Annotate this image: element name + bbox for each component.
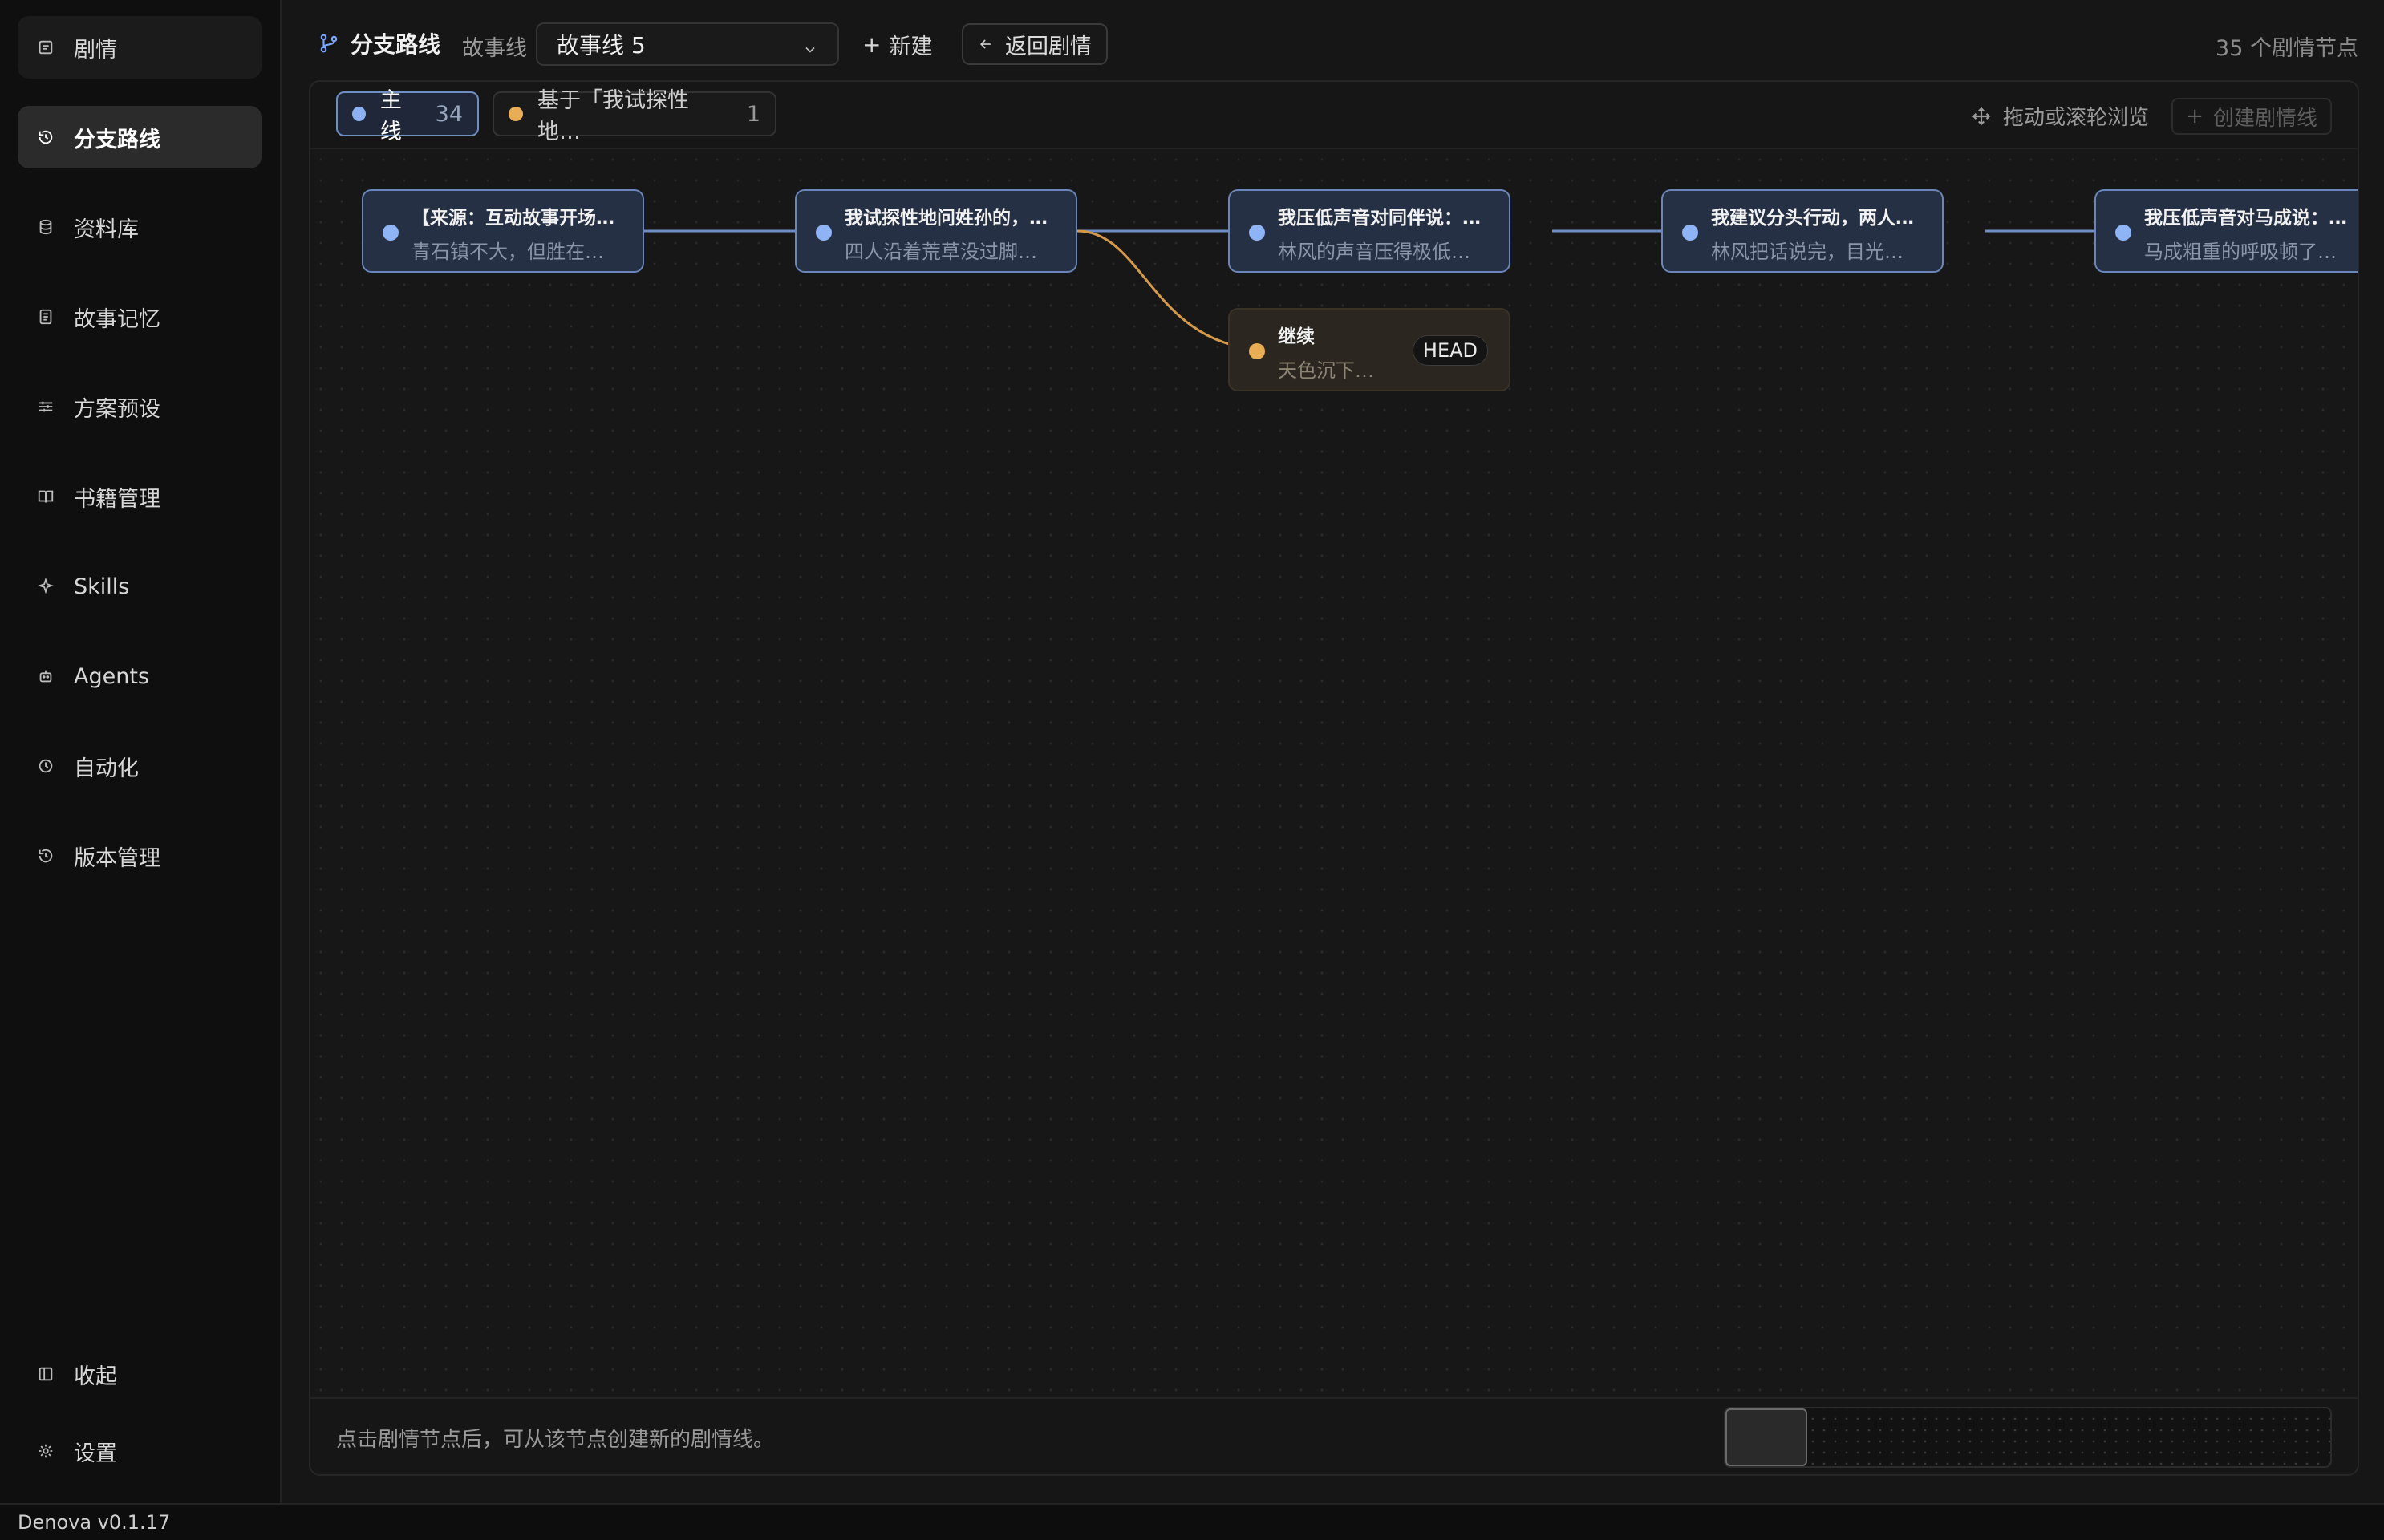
tab-main-line[interactable]: 主线 34 <box>336 88 479 144</box>
sidebar-item-plot[interactable]: 剧情 <box>18 16 262 79</box>
sidebar-item-label: 故事记忆 <box>74 306 160 332</box>
sidebar-item-label: Agents <box>74 663 149 689</box>
clock-icon <box>37 757 55 775</box>
sidebar-item-automation[interactable]: 自动化 <box>18 735 262 797</box>
move-icon <box>1972 107 1991 125</box>
history-icon <box>37 128 55 146</box>
storyline-selected-value: 故事线 5 <box>557 32 646 59</box>
sidebar-item-version-management[interactable]: 版本管理 <box>18 825 262 887</box>
git-branch-icon <box>320 34 338 53</box>
app-version: Denova v0.1.17 <box>18 1511 171 1534</box>
node-dot <box>816 225 832 241</box>
story-node[interactable]: 我压低声音对同伴说：… 林风的声音压得极低… <box>1228 189 1510 273</box>
settings-button[interactable]: 设置 <box>18 1420 262 1482</box>
footer-hint: 点击剧情节点后，可从该节点创建新的剧情线。 <box>336 1428 775 1452</box>
notebook-icon <box>37 308 55 326</box>
sidebar-item-label: 资料库 <box>74 217 139 242</box>
new-storyline-button[interactable]: + 新建 <box>862 29 932 60</box>
sidebar-item-story-memory[interactable]: 故事记忆 <box>18 286 262 348</box>
plus-icon: + <box>2186 104 2204 128</box>
database-icon <box>37 218 55 236</box>
sidebar-item-label: Skills <box>74 573 130 599</box>
back-to-plot-button[interactable]: 返回剧情 <box>962 23 1108 65</box>
node-dot <box>1249 343 1265 359</box>
storyline-select[interactable]: 故事线 5 <box>536 22 839 66</box>
create-storyline-button[interactable]: + 创建剧情线 <box>2171 98 2332 135</box>
branch-head-node[interactable]: 继续 天色沉下… HEAD <box>1228 308 1510 391</box>
canvas-footer: 点击剧情节点后，可从该节点创建新的剧情线。 <box>310 1397 2358 1474</box>
sidebar-item-label: 自动化 <box>74 756 139 781</box>
sidebar-item-presets[interactable]: 方案预设 <box>18 375 262 438</box>
story-node[interactable]: 我建议分头行动，两人… 林风把话说完，目光… <box>1661 189 1944 273</box>
arrow-left-icon <box>979 39 991 49</box>
sidebar-item-library[interactable]: 资料库 <box>18 196 262 258</box>
drag-hint: 拖动或滚轮浏览 <box>1971 101 2149 131</box>
node-title: 我压低声音对马成说：… <box>2144 208 2347 229</box>
canvas-toolbar: 主线 34 基于「我试探性地… 1 拖动或滚轮浏览 + 创建剧情线 <box>310 82 2358 149</box>
node-subtitle: 四人沿着荒草没过脚… <box>845 241 1037 263</box>
story-node[interactable]: 【来源：互动故事开场… 青石镇不大，但胜在… <box>362 189 644 273</box>
main-line-dot <box>352 107 366 121</box>
page-title: 分支路线 <box>318 27 440 59</box>
header: 分支路线 故事线 故事线 5 + 新建 返回剧情 35 个剧情节点 <box>282 0 2384 83</box>
node-subtitle: 马成粗重的呼吸顿了… <box>2144 241 2337 263</box>
main-line-count: 34 <box>435 101 463 127</box>
branch-line-dot <box>509 107 523 121</box>
document-icon <box>37 38 55 56</box>
sparkle-icon <box>37 578 55 595</box>
minimap-viewport[interactable] <box>1725 1408 1807 1466</box>
node-subtitle: 林风把话说完，目光… <box>1711 241 1904 263</box>
sidebar-item-label: 剧情 <box>74 37 117 63</box>
branch-canvas-panel: 主线 34 基于「我试探性地… 1 拖动或滚轮浏览 + 创建剧情线 【来源：互动… <box>309 80 2359 1476</box>
collapse-sidebar-button[interactable]: 收起 <box>18 1343 262 1405</box>
node-count: 35 个剧情节点 <box>2216 36 2358 61</box>
sidebar-item-branch-route[interactable]: 分支路线 <box>18 106 262 168</box>
collapse-label: 收起 <box>74 1364 117 1389</box>
branch-graph-canvas[interactable]: 【来源：互动故事开场… 青石镇不大，但胜在… 我试探性地问姓孙的，… 四人沿着荒… <box>310 149 2358 1400</box>
chevron-down-icon <box>802 37 818 53</box>
node-subtitle: 林风的声音压得极低… <box>1278 241 1470 263</box>
storyline-label: 故事线 <box>462 36 527 61</box>
book-icon <box>37 488 55 505</box>
sidebar-item-label: 书籍管理 <box>74 486 160 512</box>
minimap[interactable] <box>1724 1407 2332 1468</box>
robot-icon <box>37 667 55 685</box>
branch-line-count: 1 <box>746 101 760 127</box>
sidebar-item-label: 版本管理 <box>74 845 160 871</box>
node-title: 我压低声音对同伴说：… <box>1278 208 1481 229</box>
story-node[interactable]: 我试探性地问姓孙的，… 四人沿着荒草没过脚… <box>795 189 1077 273</box>
node-dot <box>383 225 399 241</box>
node-subtitle: 青石镇不大，但胜在… <box>412 241 604 263</box>
history-icon <box>37 847 55 865</box>
sidebar-item-label: 分支路线 <box>74 127 160 152</box>
sidebar: 剧情 分支路线 资料库 故事记忆 方案预设 书籍管理 Skills Agents… <box>0 0 282 1503</box>
gear-icon <box>37 1442 55 1460</box>
node-dot <box>1249 225 1265 241</box>
sidebar-item-skills[interactable]: Skills <box>18 555 262 618</box>
sliders-icon <box>37 398 55 415</box>
node-dot <box>2115 225 2131 241</box>
node-title: 我试探性地问姓孙的，… <box>845 208 1048 229</box>
plus-icon: + <box>862 31 882 58</box>
node-title: 我建议分头行动，两人… <box>1711 208 1914 229</box>
sidebar-item-label: 方案预设 <box>74 396 160 422</box>
story-node[interactable]: 我压低声音对马成说：… 马成粗重的呼吸顿了… <box>2094 189 2358 273</box>
tab-branch-line[interactable]: 基于「我试探性地… 1 <box>493 88 776 144</box>
sidebar-panel-icon <box>37 1365 55 1383</box>
sidebar-item-books[interactable]: 书籍管理 <box>18 465 262 528</box>
sidebar-item-agents[interactable]: Agents <box>18 645 262 707</box>
head-badge: HEAD <box>1412 335 1488 366</box>
node-title: 【来源：互动故事开场… <box>412 208 614 229</box>
status-bar: Denova v0.1.17 <box>0 1503 2384 1540</box>
node-dot <box>1682 225 1698 241</box>
settings-label: 设置 <box>74 1441 117 1466</box>
